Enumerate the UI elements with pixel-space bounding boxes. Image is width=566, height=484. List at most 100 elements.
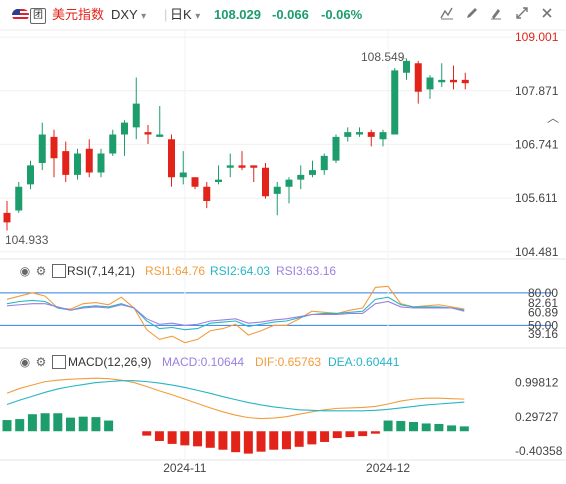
macd-histogram-bar bbox=[383, 420, 393, 432]
macd-value: MACD:0.10644 bbox=[162, 355, 245, 369]
macd-histogram-bar bbox=[27, 414, 37, 432]
macd-histogram-bar bbox=[243, 431, 253, 454]
macd-histogram-bar bbox=[345, 431, 355, 438]
candle-body bbox=[344, 132, 352, 137]
macd-axis-tick: 0.99812 bbox=[515, 376, 559, 390]
candle-body bbox=[238, 165, 246, 168]
high-price-label: 108.549 bbox=[361, 50, 405, 64]
macd-histogram-bar bbox=[256, 431, 266, 452]
macd-histogram-bar bbox=[370, 431, 380, 434]
macd-histogram-bar bbox=[15, 419, 25, 432]
macd-series-line bbox=[6, 380, 465, 412]
candle-body bbox=[179, 172, 187, 178]
candle-body bbox=[379, 132, 387, 140]
candle-body bbox=[50, 136, 58, 159]
candle-body bbox=[414, 63, 422, 92]
macd-histogram-bar bbox=[53, 413, 63, 432]
candle-body bbox=[144, 132, 152, 135]
macd-histogram-bar bbox=[218, 431, 228, 450]
candle-body bbox=[62, 151, 70, 175]
macd-axis-tick: -0.40358 bbox=[515, 444, 563, 458]
candle-body bbox=[250, 165, 258, 168]
macd-histogram-bar bbox=[459, 426, 469, 432]
candle-body bbox=[109, 134, 117, 154]
macd-histogram-bar bbox=[104, 420, 114, 432]
candle-body bbox=[27, 165, 34, 185]
macd-axis-tick: 0.29727 bbox=[515, 410, 559, 424]
candle-body bbox=[356, 132, 363, 135]
macd-histogram-bar bbox=[91, 417, 101, 432]
candle-body bbox=[156, 134, 164, 137]
indicator-settings-icon[interactable] bbox=[52, 264, 66, 278]
dea-value: DEA:0.60441 bbox=[328, 355, 400, 369]
macd-histogram-bar bbox=[396, 421, 406, 432]
rsi1-value: RSI1:64.76 bbox=[145, 264, 206, 278]
rsi-series-line bbox=[6, 285, 465, 344]
candle-body bbox=[132, 103, 140, 128]
candle-body bbox=[85, 148, 93, 173]
macd-histogram-bar bbox=[180, 431, 190, 446]
rsi-series-line bbox=[6, 300, 465, 326]
candle-body bbox=[461, 79, 469, 84]
chevron-up-icon[interactable]: ︿ bbox=[546, 111, 560, 125]
macd-histogram-bar bbox=[269, 431, 279, 450]
price-axis-tick: 109.001 bbox=[515, 30, 559, 44]
candle-body bbox=[226, 165, 234, 168]
eye-icon[interactable]: ◉ bbox=[18, 355, 32, 369]
macd-histogram-bar bbox=[434, 423, 444, 432]
rsi-axis-tick: 39.16 bbox=[528, 327, 558, 341]
macd-indicator-label: MACD(12,26,9) bbox=[68, 355, 152, 369]
macd-histogram-bar bbox=[2, 420, 12, 432]
chart-canvas[interactable]: 109.001107.871106.741105.611104.48180.00… bbox=[0, 0, 566, 484]
rsi3-value: RSI3:63.16 bbox=[276, 264, 337, 278]
macd-histogram-bar bbox=[154, 431, 164, 441]
candle-body bbox=[320, 155, 328, 171]
candle-body bbox=[168, 139, 175, 178]
macd-histogram-bar bbox=[167, 431, 177, 444]
candle-body bbox=[74, 153, 81, 175]
candle-body bbox=[38, 134, 46, 163]
macd-histogram-bar bbox=[193, 431, 203, 447]
candle-body bbox=[285, 179, 293, 187]
candle-body bbox=[3, 212, 11, 223]
date-axis-tick: 2024-11 bbox=[163, 461, 206, 475]
candle-body bbox=[426, 77, 434, 90]
candle-body bbox=[215, 179, 222, 182]
price-axis-tick: 107.871 bbox=[515, 84, 559, 98]
macd-histogram-bar bbox=[205, 431, 215, 448]
eye-icon[interactable]: ◉ bbox=[18, 264, 32, 278]
candle-body bbox=[121, 122, 128, 135]
macd-series-line bbox=[6, 377, 465, 420]
gear-icon[interactable]: ⚙ bbox=[34, 264, 48, 278]
macd-histogram-bar bbox=[421, 423, 431, 432]
candle-body bbox=[391, 70, 399, 135]
candle-body bbox=[332, 136, 340, 161]
price-axis-tick: 104.481 bbox=[515, 245, 559, 259]
candle-body bbox=[203, 186, 211, 201]
dif-value: DIF:0.65763 bbox=[255, 355, 322, 369]
candle-body bbox=[309, 170, 316, 175]
gear-icon[interactable]: ⚙ bbox=[34, 355, 48, 369]
macd-histogram-bar bbox=[66, 417, 76, 432]
macd-histogram-bar bbox=[78, 416, 88, 432]
candle-body bbox=[191, 177, 199, 187]
indicator-settings-icon[interactable] bbox=[52, 355, 66, 369]
candle-body bbox=[262, 167, 269, 197]
candle-body bbox=[273, 186, 281, 194]
macd-histogram-bar bbox=[320, 431, 330, 442]
macd-histogram-bar bbox=[281, 431, 291, 450]
macd-histogram-bar bbox=[408, 422, 418, 432]
macd-histogram-bar bbox=[447, 425, 457, 432]
date-axis-tick: 2024-12 bbox=[366, 461, 410, 475]
candle-body bbox=[15, 186, 23, 211]
candle-body bbox=[297, 174, 305, 180]
macd-histogram-bar bbox=[231, 431, 241, 453]
macd-histogram-bar bbox=[332, 431, 342, 439]
candle-body bbox=[367, 132, 375, 137]
macd-histogram-bar bbox=[142, 431, 152, 436]
macd-histogram-bar bbox=[294, 431, 304, 447]
rsi-axis-tick: 60.89 bbox=[528, 305, 558, 319]
price-axis-tick: 106.741 bbox=[515, 137, 559, 151]
candle-body bbox=[97, 153, 105, 173]
low-price-label: 104.933 bbox=[5, 233, 49, 247]
